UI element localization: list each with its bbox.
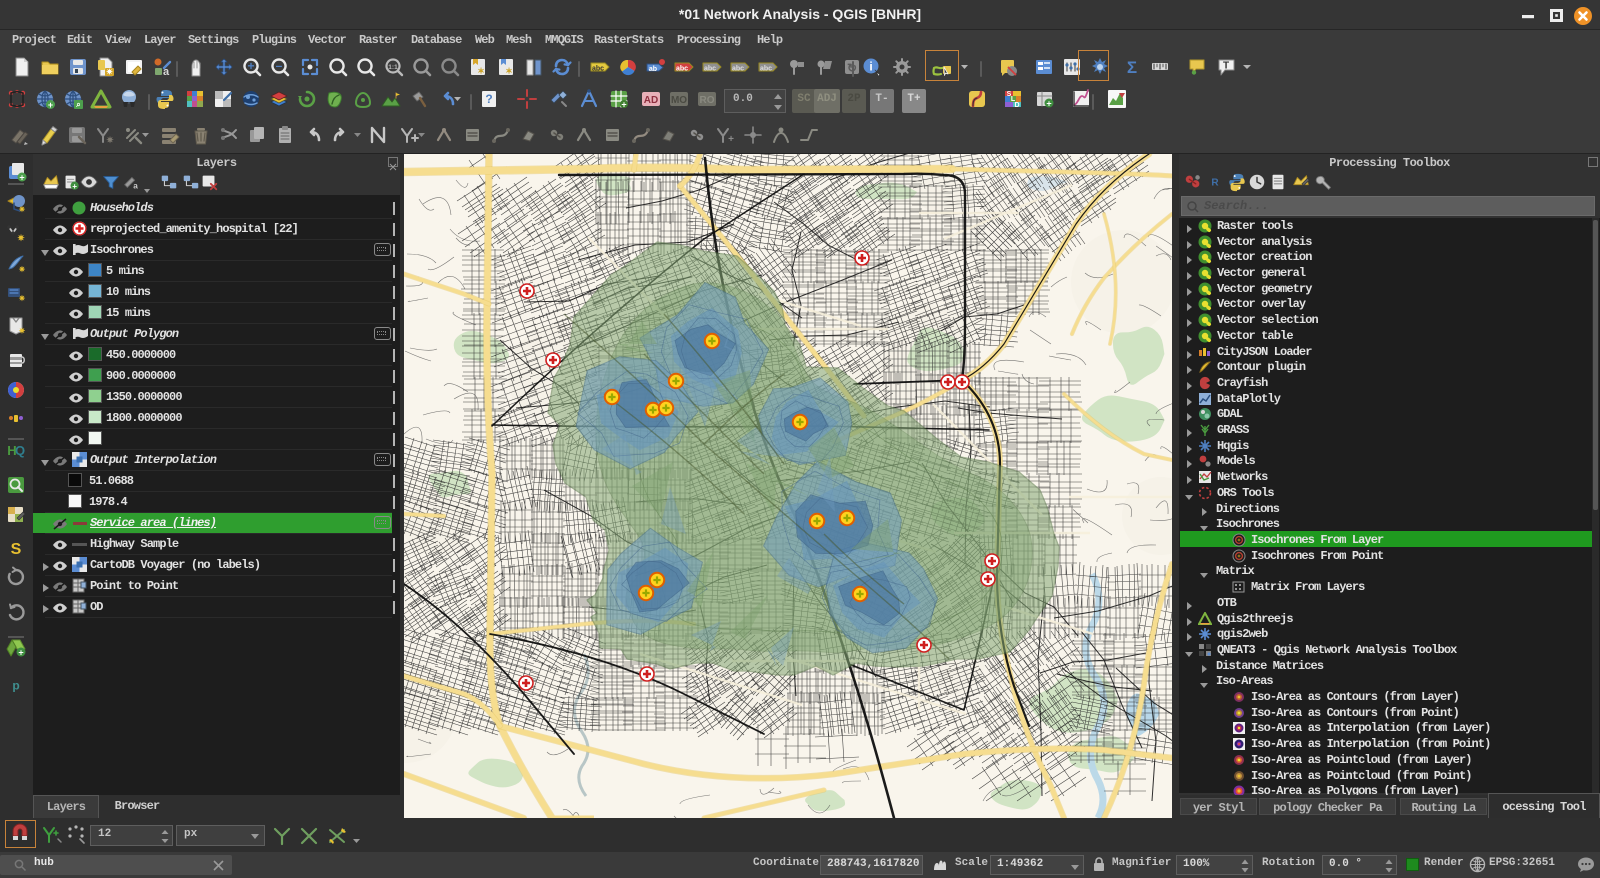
svg-text:+: + xyxy=(48,100,53,110)
svg-text:⌕: ⌕ xyxy=(75,100,80,109)
svg-text:abc: abc xyxy=(732,66,744,73)
svg-text:T: T xyxy=(1223,61,1229,72)
svg-text:RO: RO xyxy=(700,95,715,106)
svg-text:+: + xyxy=(247,59,254,73)
svg-text:✷: ✷ xyxy=(19,327,26,336)
svg-text:✷: ✷ xyxy=(19,294,26,303)
svg-text:abc: abc xyxy=(592,66,604,73)
svg-text:+: + xyxy=(18,648,23,658)
svg-text:+: + xyxy=(1046,99,1051,109)
svg-text:Σ: Σ xyxy=(1127,58,1137,77)
svg-text:1:1: 1:1 xyxy=(388,64,398,71)
svg-text:✷: ✷ xyxy=(106,68,113,77)
svg-text:S: S xyxy=(11,541,22,558)
svg-text:✶: ✶ xyxy=(505,66,513,76)
svg-text:+: + xyxy=(72,182,77,191)
svg-text:MO: MO xyxy=(671,95,687,106)
svg-text:abc: abc xyxy=(676,66,688,73)
svg-text:ab: ab xyxy=(649,66,657,73)
svg-text:✷: ✷ xyxy=(19,265,26,274)
svg-text:–: – xyxy=(276,58,283,72)
svg-text:abc: abc xyxy=(760,66,772,73)
svg-text:R: R xyxy=(1211,178,1219,189)
svg-text:Q: Q xyxy=(15,443,25,458)
svg-text:✶: ✶ xyxy=(477,66,485,76)
svg-text:p: p xyxy=(12,679,19,693)
svg-text:✷: ✷ xyxy=(19,205,26,214)
svg-text:a: a xyxy=(163,66,170,78)
svg-text:✷: ✷ xyxy=(106,135,114,145)
svg-text:?: ? xyxy=(485,92,492,106)
svg-text:i: i xyxy=(869,60,872,74)
svg-text:+: + xyxy=(728,134,734,145)
svg-text:a: a xyxy=(133,181,138,190)
svg-text:+: + xyxy=(621,99,626,109)
svg-text:abc: abc xyxy=(704,66,716,73)
svg-text:✷: ✷ xyxy=(17,233,25,243)
svg-text:AD: AD xyxy=(644,95,658,106)
svg-text:D: D xyxy=(1014,102,1019,109)
svg-text:+: + xyxy=(19,173,24,182)
